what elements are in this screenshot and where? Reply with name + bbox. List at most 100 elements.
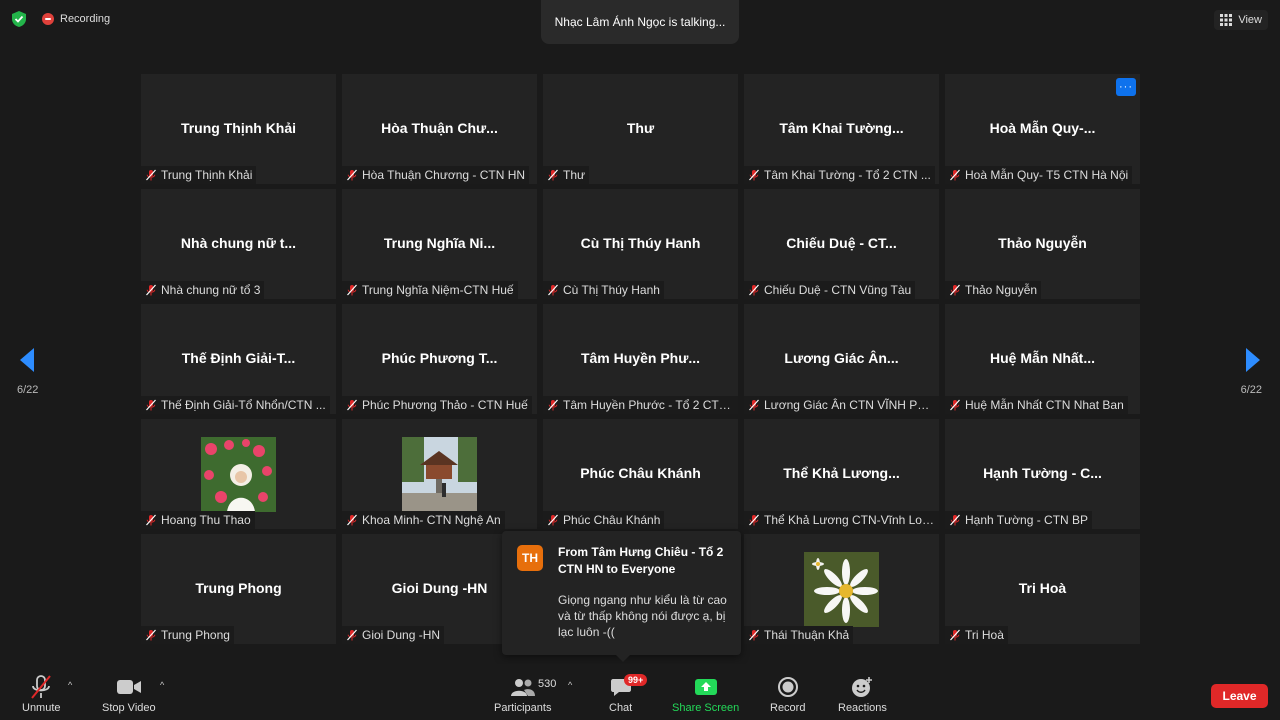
participant-name-label: Thế Định Giải-Tổ Nhổn/CTN ... — [141, 396, 330, 414]
participant-label-text: Thảo Nguyễn — [965, 283, 1038, 297]
mic-muted-icon — [548, 284, 558, 296]
participant-tile[interactable]: Hạnh Tường - C... Hạnh Tường - CTN BP — [945, 419, 1140, 529]
participant-display-name: Nhà chung nữ t... — [180, 235, 297, 251]
participant-tile[interactable]: Huệ Mẫn Nhất... Huệ Mẫn Nhất CTN Nhat Ban — [945, 304, 1140, 414]
participant-tile[interactable]: Trung Phong Trung Phong — [141, 534, 336, 644]
mic-muted-icon — [749, 514, 759, 526]
view-label: View — [1238, 14, 1262, 26]
participant-tile[interactable]: Thế Định Giải-T... Thế Định Giải-Tổ Nhổn/… — [141, 304, 336, 414]
mic-muted-icon — [749, 399, 759, 411]
participant-tile[interactable]: Chiếu Duệ - CT... Chiếu Duệ - CTN Vũng Tà… — [744, 189, 939, 299]
participant-tile[interactable]: Phúc Châu Khánh Phúc Châu Khánh — [543, 419, 738, 529]
participant-name-label: Tâm Huyền Phước - Tổ 2 CTN... — [543, 396, 738, 414]
participant-tile[interactable]: Thư Thư — [543, 74, 738, 184]
chat-sender-avatar: TH — [517, 545, 543, 571]
participant-name-label: Thể Khả Lương CTN-Vĩnh Long — [744, 511, 939, 529]
participant-tile[interactable]: Thể Khả Lương... Thể Khả Lương CTN-Vĩnh L… — [744, 419, 939, 529]
unmute-label: Unmute — [22, 702, 61, 714]
chat-label: Chat — [609, 702, 633, 714]
participant-name-label: Trung Nghĩa Niệm-CTN Huế — [342, 281, 518, 299]
participant-tile[interactable]: Hoà Mẫn Quy-... Hoà Mẫn Quy- T5 CTN Hà Nộ… — [945, 74, 1140, 184]
recording-label: Recording — [60, 13, 111, 25]
participant-tile[interactable]: Nhà chung nữ t... Nhà chung nữ tổ 3 — [141, 189, 336, 299]
participant-label-text: Lương Giác Ân CTN VĨNH PH... — [764, 398, 935, 412]
participants-options-chevron-icon[interactable]: ^ — [568, 680, 572, 690]
leave-button[interactable]: Leave — [1211, 684, 1268, 708]
video-options-chevron-icon[interactable]: ^ — [160, 680, 164, 690]
participant-label-text: Cù Thị Thúy Hanh — [563, 283, 660, 297]
participant-tile[interactable]: Tâm Khai Tường... Tâm Khai Tường - Tổ 2 C… — [744, 74, 939, 184]
participant-name-label: Tri Hoà — [945, 626, 1008, 644]
mic-muted-icon — [146, 514, 156, 526]
participant-display-name: Trung Phong — [195, 580, 282, 596]
recording-icon — [42, 13, 54, 25]
participant-name-label: Gioi Dung -HN — [342, 626, 445, 644]
participant-display-name: Huệ Mẫn Nhất... — [989, 350, 1095, 366]
mic-muted-icon — [347, 399, 357, 411]
chat-message: Giọng ngang như kiểu là từ cao và từ thấ… — [558, 593, 727, 639]
mic-muted-icon — [548, 399, 558, 411]
share-screen-icon — [694, 674, 718, 700]
participant-tile[interactable]: Thảo Nguyễn Thảo Nguyễn — [945, 189, 1140, 299]
page-indicator-right: 6/22 — [1240, 384, 1262, 396]
participant-photo — [402, 437, 477, 512]
participant-label-text: Trung Thịnh Khải — [161, 168, 253, 182]
participant-tile[interactable]: Hoang Thu Thao — [141, 419, 336, 529]
participant-label-text: Tâm Huyền Phước - Tổ 2 CTN... — [563, 398, 734, 412]
next-page-button[interactable] — [1244, 346, 1262, 379]
chat-notification[interactable]: TH From Tâm Hưng Chiêu - Tổ 2 CTN HN to … — [502, 531, 741, 662]
view-button[interactable]: View — [1214, 10, 1268, 30]
participant-label-text: Gioi Dung -HN — [362, 628, 441, 642]
participant-display-name: Phúc Châu Khánh — [580, 465, 701, 481]
record-button[interactable]: Record — [770, 674, 805, 714]
stop-video-button[interactable]: Stop Video — [102, 674, 156, 714]
arrow-right-icon — [1246, 348, 1260, 372]
mic-muted-icon — [146, 284, 156, 296]
participant-display-name: Tâm Huyền Phư... — [580, 350, 701, 366]
shield-icon[interactable] — [10, 10, 28, 28]
participant-label-text: Hòa Thuận Chương - CTN HN — [362, 168, 526, 182]
previous-page-button[interactable] — [18, 346, 36, 379]
participant-label-text: Chiếu Duệ - CTN Vũng Tàu — [764, 283, 912, 297]
participant-label-text: Hạnh Tường - CTN BP — [965, 513, 1089, 527]
participant-label-text: Phúc Phương Thảo - CTN Huế — [362, 398, 528, 412]
participant-tile[interactable]: Tri Hoà Tri Hoà — [945, 534, 1140, 644]
participant-tile[interactable]: Thái Thuận Khả — [744, 534, 939, 644]
participant-label-text: Huệ Mẫn Nhất CTN Nhat Ban — [965, 398, 1124, 412]
mic-muted-icon — [548, 514, 558, 526]
unmute-button[interactable]: Unmute — [22, 674, 61, 714]
participant-label-text: Trung Phong — [161, 628, 230, 642]
audio-options-chevron-icon[interactable]: ^ — [68, 680, 72, 690]
participant-label-text: Trung Nghĩa Niệm-CTN Huế — [362, 283, 514, 297]
participant-tile[interactable]: Hòa Thuận Chư... Hòa Thuận Chương - CTN H… — [342, 74, 537, 184]
participant-tile[interactable]: Trung Thịnh Khải Trung Thịnh Khải — [141, 74, 336, 184]
share-screen-label: Share Screen — [672, 702, 740, 714]
participant-name-label: Thái Thuận Khả — [744, 626, 854, 644]
reactions-button[interactable]: Reactions — [838, 674, 887, 714]
more-options-button[interactable]: ··· — [1116, 78, 1136, 96]
participant-tile[interactable]: Lương Giác Ân... Lương Giác Ân CTN VĨNH P… — [744, 304, 939, 414]
participant-tile[interactable]: Khoa Minh- CTN Nghệ An — [342, 419, 537, 529]
participant-tile[interactable]: Cù Thị Thúy Hanh Cù Thị Thúy Hanh — [543, 189, 738, 299]
participant-name-label: Hạnh Tường - CTN BP — [945, 511, 1093, 529]
participant-display-name: Thế Định Giải-T... — [181, 350, 296, 366]
participant-label-text: Tri Hoà — [965, 628, 1004, 642]
participant-tile[interactable]: Phúc Phương T... Phúc Phương Thảo - CTN H… — [342, 304, 537, 414]
participant-tile[interactable]: Tâm Huyền Phư... Tâm Huyền Phước - Tổ 2 C… — [543, 304, 738, 414]
mic-muted-icon — [749, 629, 759, 641]
participant-display-name: Hoà Mẫn Quy-... — [989, 120, 1096, 136]
participant-display-name: Chiếu Duệ - CT... — [786, 235, 897, 251]
mic-muted-icon — [146, 629, 156, 641]
mic-muted-icon — [347, 629, 357, 641]
participant-label-text: Phúc Châu Khánh — [563, 513, 661, 527]
participant-name-label: Nhà chung nữ tổ 3 — [141, 281, 265, 299]
recording-indicator[interactable]: Recording — [42, 13, 110, 25]
active-speaker-text: Nhạc Lâm Ánh Ngọc is talking... — [554, 15, 726, 29]
participant-name-label: Phúc Phương Thảo - CTN Huế — [342, 396, 532, 414]
participant-tile[interactable]: Trung Nghĩa Ni... Trung Nghĩa Niệm-CTN Hu… — [342, 189, 537, 299]
participant-display-name: Cù Thị Thúy Hanh — [580, 235, 701, 251]
participant-photo — [201, 437, 276, 512]
smiley-face-icon — [850, 674, 874, 700]
share-screen-button[interactable]: Share Screen — [672, 674, 739, 714]
mic-muted-icon — [950, 514, 960, 526]
